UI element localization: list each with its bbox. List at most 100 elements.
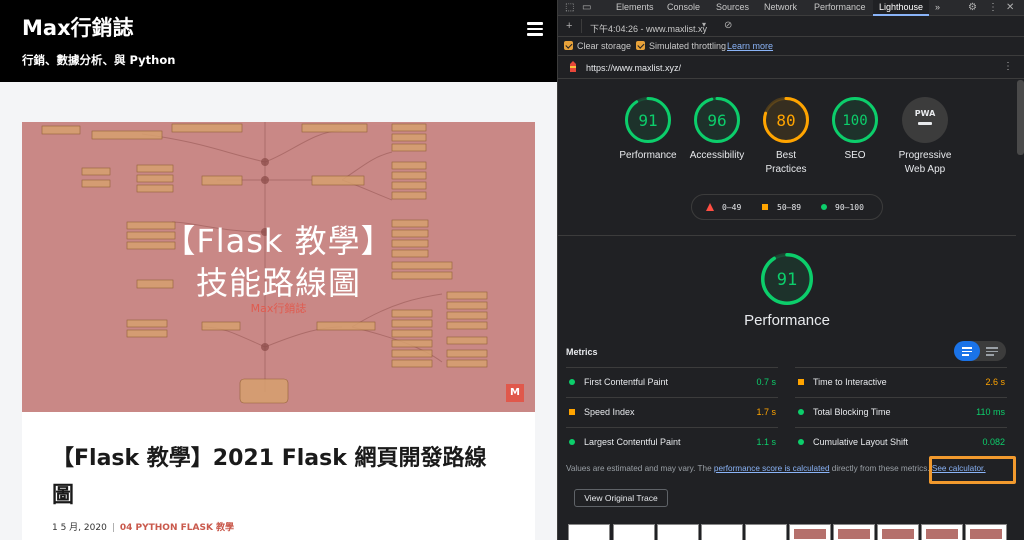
- performance-score-link[interactable]: performance score is calculated: [714, 464, 830, 473]
- metric-value: 0.082: [982, 437, 1005, 447]
- post-title[interactable]: 【Flask 教學】2021 Flask 網頁開發路線圖: [52, 440, 502, 514]
- post-card: 【Flask 教學】 技能路線圖 Max行銷誌 M 【Flask 教學】2021…: [22, 122, 535, 540]
- report-url: https://www.maxlist.xyz/: [586, 63, 682, 73]
- close-icon[interactable]: ✕: [1006, 2, 1014, 13]
- gauge-score: 91: [777, 270, 797, 290]
- metric-row: First Contentful Paint 0.7 s: [566, 367, 778, 397]
- pass-circle-icon: [569, 439, 575, 445]
- tab-network[interactable]: Network: [764, 0, 797, 16]
- gauge-label-accessibility: Accessibility: [689, 150, 745, 161]
- metric-value: 1.1 s: [756, 437, 776, 447]
- site-tagline: 行銷、數據分析、與 Python: [22, 53, 176, 67]
- metric-row: Largest Contentful Paint 1.1 s: [566, 427, 778, 457]
- report-select[interactable]: 下午4:04:26 - www.maxlist.xy: [590, 22, 707, 35]
- more-options-icon[interactable]: ⋮: [988, 2, 998, 13]
- metric-row: Total Blocking Time 110 ms: [795, 397, 1007, 427]
- performance-large-gauge: 91: [761, 253, 813, 305]
- meta-separator: |: [111, 523, 115, 533]
- devtools-tabbar: ⬚ ▭ Elements Console Sources Network Per…: [558, 0, 1024, 16]
- lighthouse-report: 91 Performance 96 Accessibility 80 Best …: [558, 79, 1016, 540]
- tab-sources[interactable]: Sources: [716, 0, 749, 16]
- lighthouse-options-bar: Clear storage Simulated throttling Learn…: [558, 37, 1024, 56]
- gauge-performance[interactable]: 91 Performance: [613, 96, 683, 163]
- legend-pass-range: 90–100: [835, 203, 864, 212]
- gauge-score: 96: [707, 111, 726, 130]
- gauge-best-practices[interactable]: 80 Best Practices: [751, 96, 821, 177]
- chevron-down-icon: ▾: [702, 20, 707, 29]
- metric-row: Cumulative Layout Shift 0.082: [795, 427, 1007, 457]
- report-menu-icon[interactable]: ⋮: [1003, 61, 1013, 72]
- metric-name: Time to Interactive: [813, 377, 887, 387]
- view-original-trace-button[interactable]: View Original Trace: [574, 489, 668, 507]
- report-url-bar: https://www.maxlist.xyz/ ⋮: [558, 57, 1024, 79]
- post-date: 1 5 月, 2020: [52, 523, 107, 533]
- pass-circle-icon: [798, 409, 804, 415]
- gauge-ring-performance: 91: [625, 97, 671, 143]
- pwa-badge-text: PWA: [915, 109, 936, 118]
- metric-name: Largest Contentful Paint: [584, 437, 681, 447]
- average-square-icon: [798, 379, 804, 385]
- performance-section-title: Performance: [744, 312, 830, 329]
- settings-gear-icon[interactable]: ⚙: [968, 2, 977, 13]
- average-square-icon: [762, 204, 768, 210]
- fail-triangle-icon: [706, 203, 714, 211]
- featured-image[interactable]: 【Flask 教學】 技能路線圖 Max行銷誌 M: [22, 122, 535, 412]
- clear-storage-checkbox[interactable]: [564, 41, 573, 50]
- gauge-label-best-practices: Best Practices: [765, 150, 807, 175]
- post-meta: 1 5 月, 2020 | 04 PYTHON FLASK 教學: [52, 520, 234, 533]
- gauge-accessibility[interactable]: 96 Accessibility: [682, 96, 752, 163]
- device-toolbar-icon[interactable]: ▭: [582, 2, 591, 13]
- metrics-disclaimer: Values are estimated and may vary. The p…: [566, 464, 986, 473]
- learn-more-link[interactable]: Learn more: [727, 41, 773, 51]
- legend-average-range: 50–89: [777, 203, 802, 212]
- metric-row: Speed Index 1.7 s: [566, 397, 778, 427]
- tab-performance[interactable]: Performance: [814, 0, 866, 16]
- metric-value: 0.7 s: [756, 377, 776, 387]
- new-report-plus-icon[interactable]: +: [566, 20, 572, 32]
- score-legend: 0–49 50–89 90–100: [691, 194, 883, 220]
- filmstrip-frame: [613, 524, 655, 540]
- gauge-seo[interactable]: 100 SEO: [820, 96, 890, 163]
- gauge-pwa[interactable]: PWA Progressive Web App: [889, 96, 961, 177]
- metrics-header: Metrics: [566, 347, 598, 357]
- filmstrip-frame: [965, 524, 1007, 540]
- featured-title-line1: 【Flask 教學】: [163, 222, 394, 260]
- filmstrip-frame: [921, 524, 963, 540]
- gauge-score: 80: [776, 111, 795, 130]
- filmstrip-frame: [568, 524, 610, 540]
- disclaimer-text: Values are estimated and may vary. The: [566, 464, 714, 473]
- site-title[interactable]: Max行銷誌: [22, 12, 134, 42]
- expanded-view-button[interactable]: [954, 341, 980, 361]
- metric-name: First Contentful Paint: [584, 377, 669, 387]
- lighthouse-logo-icon: [570, 61, 576, 72]
- gauge-label-seo: SEO: [844, 150, 866, 161]
- metric-name: Cumulative Layout Shift: [813, 437, 909, 447]
- featured-title-line2: 技能路線圖: [195, 264, 361, 302]
- metric-row: Time to Interactive 2.6 s: [795, 367, 1007, 397]
- filmstrip-frame: [657, 524, 699, 540]
- simulated-throttling-checkbox[interactable]: [636, 41, 645, 50]
- brand-logo-badge: M: [506, 384, 524, 402]
- calculator-highlight-box: [929, 456, 1016, 484]
- metric-name: Speed Index: [584, 407, 635, 417]
- lighthouse-toolbar: + 下午4:04:26 - www.maxlist.xy ▾ ⊘: [558, 17, 1024, 37]
- devtools-scrollbar[interactable]: [1017, 80, 1024, 155]
- section-divider: [558, 235, 1016, 236]
- compact-view-button[interactable]: [980, 341, 1006, 361]
- menu-icon[interactable]: [527, 22, 543, 36]
- clear-block-icon[interactable]: ⊘: [724, 20, 732, 31]
- pass-circle-icon: [569, 379, 575, 385]
- metrics-view-toggle: [954, 341, 1006, 361]
- post-category-link[interactable]: 04 PYTHON FLASK 教學: [120, 523, 234, 533]
- filmstrip-frame: [833, 524, 875, 540]
- filmstrip-frame: [877, 524, 919, 540]
- filmstrip-frame: [789, 524, 831, 540]
- featured-brand: Max行銷誌: [250, 302, 307, 315]
- tab-lighthouse[interactable]: Lighthouse: [873, 0, 930, 16]
- more-tabs-button[interactable]: »: [935, 0, 940, 16]
- metric-value: 110 ms: [976, 407, 1005, 417]
- tab-elements[interactable]: Elements: [616, 0, 654, 16]
- inspect-element-icon[interactable]: ⬚: [565, 2, 574, 13]
- filmstrip-frame: [745, 524, 787, 540]
- tab-console[interactable]: Console: [667, 0, 700, 16]
